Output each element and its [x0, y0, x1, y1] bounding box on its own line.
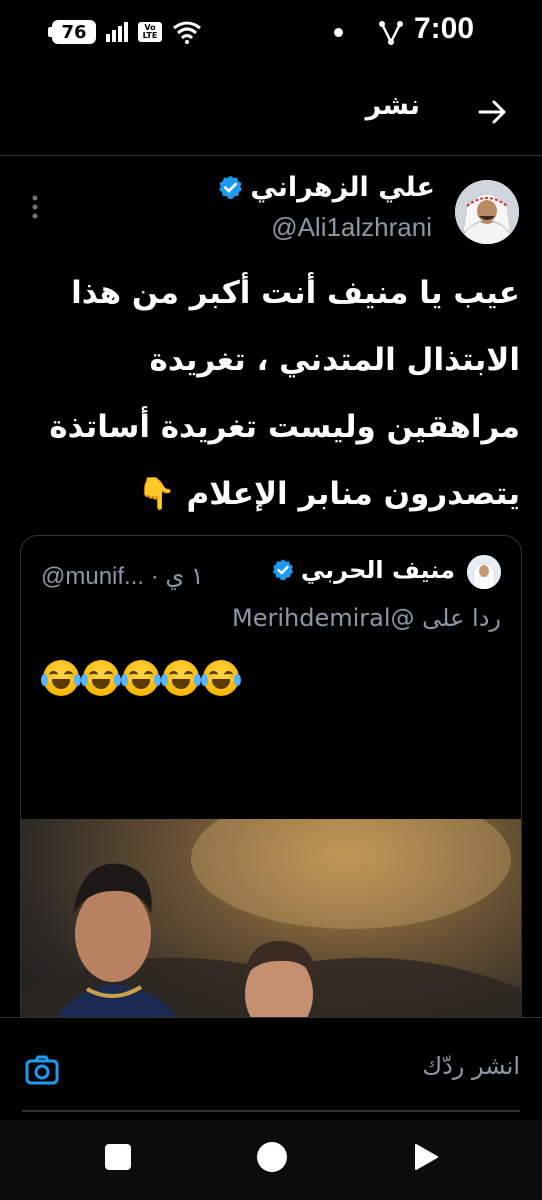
more-options-icon[interactable] [26, 192, 44, 222]
quoted-tweet[interactable]: منيف الحربي @munif... · ١ ي ردا على @Mer… [20, 535, 522, 1055]
volte-icon: Vo LTE [138, 22, 162, 42]
wifi-icon [173, 21, 201, 44]
quote-text [41, 660, 241, 696]
laughing-crying-emoji-icon [121, 660, 161, 696]
reply-context: ردا على @Merihdemiral [232, 604, 501, 632]
battery-indicator: 76 [48, 20, 96, 44]
reply-mention[interactable]: @Merihdemiral [232, 604, 415, 632]
network-icon [379, 21, 403, 45]
author-row[interactable]: علي الزهراني [217, 172, 435, 203]
author-handle[interactable]: @Ali1alzhrani [271, 212, 432, 243]
quote-handle-time: @munif... · ١ ي [41, 563, 204, 590]
verified-badge-icon [219, 175, 243, 199]
clock: 7:00 [414, 12, 475, 45]
avatar[interactable] [455, 180, 519, 244]
author-name: علي الزهراني [250, 172, 435, 203]
reply-input[interactable]: انشر ردّك [422, 1052, 520, 1080]
input-underline [22, 1110, 520, 1112]
verified-badge-icon [272, 559, 294, 581]
camera-icon[interactable] [24, 1052, 60, 1088]
quote-author-row: منيف الحربي [271, 556, 455, 584]
back-arrow-icon[interactable] [472, 92, 512, 132]
quote-avatar[interactable] [467, 555, 501, 589]
home-icon[interactable] [257, 1142, 287, 1172]
signal-icon [106, 22, 128, 42]
recents-icon[interactable] [105, 1144, 131, 1170]
top-bar: نشر [0, 64, 542, 156]
reply-composer: انشر ردّك [0, 1017, 542, 1120]
laughing-crying-emoji-icon [81, 660, 121, 696]
notification-dot [334, 28, 343, 37]
laughing-crying-emoji-icon [201, 660, 241, 696]
laughing-crying-emoji-icon [161, 660, 201, 696]
system-nav-bar [0, 1120, 542, 1200]
page-title: نشر [365, 90, 420, 121]
status-bar: 76 Vo LTE 7:00 [0, 0, 542, 64]
back-triangle-icon[interactable] [412, 1142, 440, 1172]
laughing-crying-emoji-icon [41, 660, 81, 696]
tweet-text: عيب يا منيف أنت أكبر من هذا الابتذال الم… [49, 275, 520, 512]
reply-prefix: ردا على [422, 604, 501, 632]
quote-author-name: منيف الحربي [300, 556, 455, 584]
